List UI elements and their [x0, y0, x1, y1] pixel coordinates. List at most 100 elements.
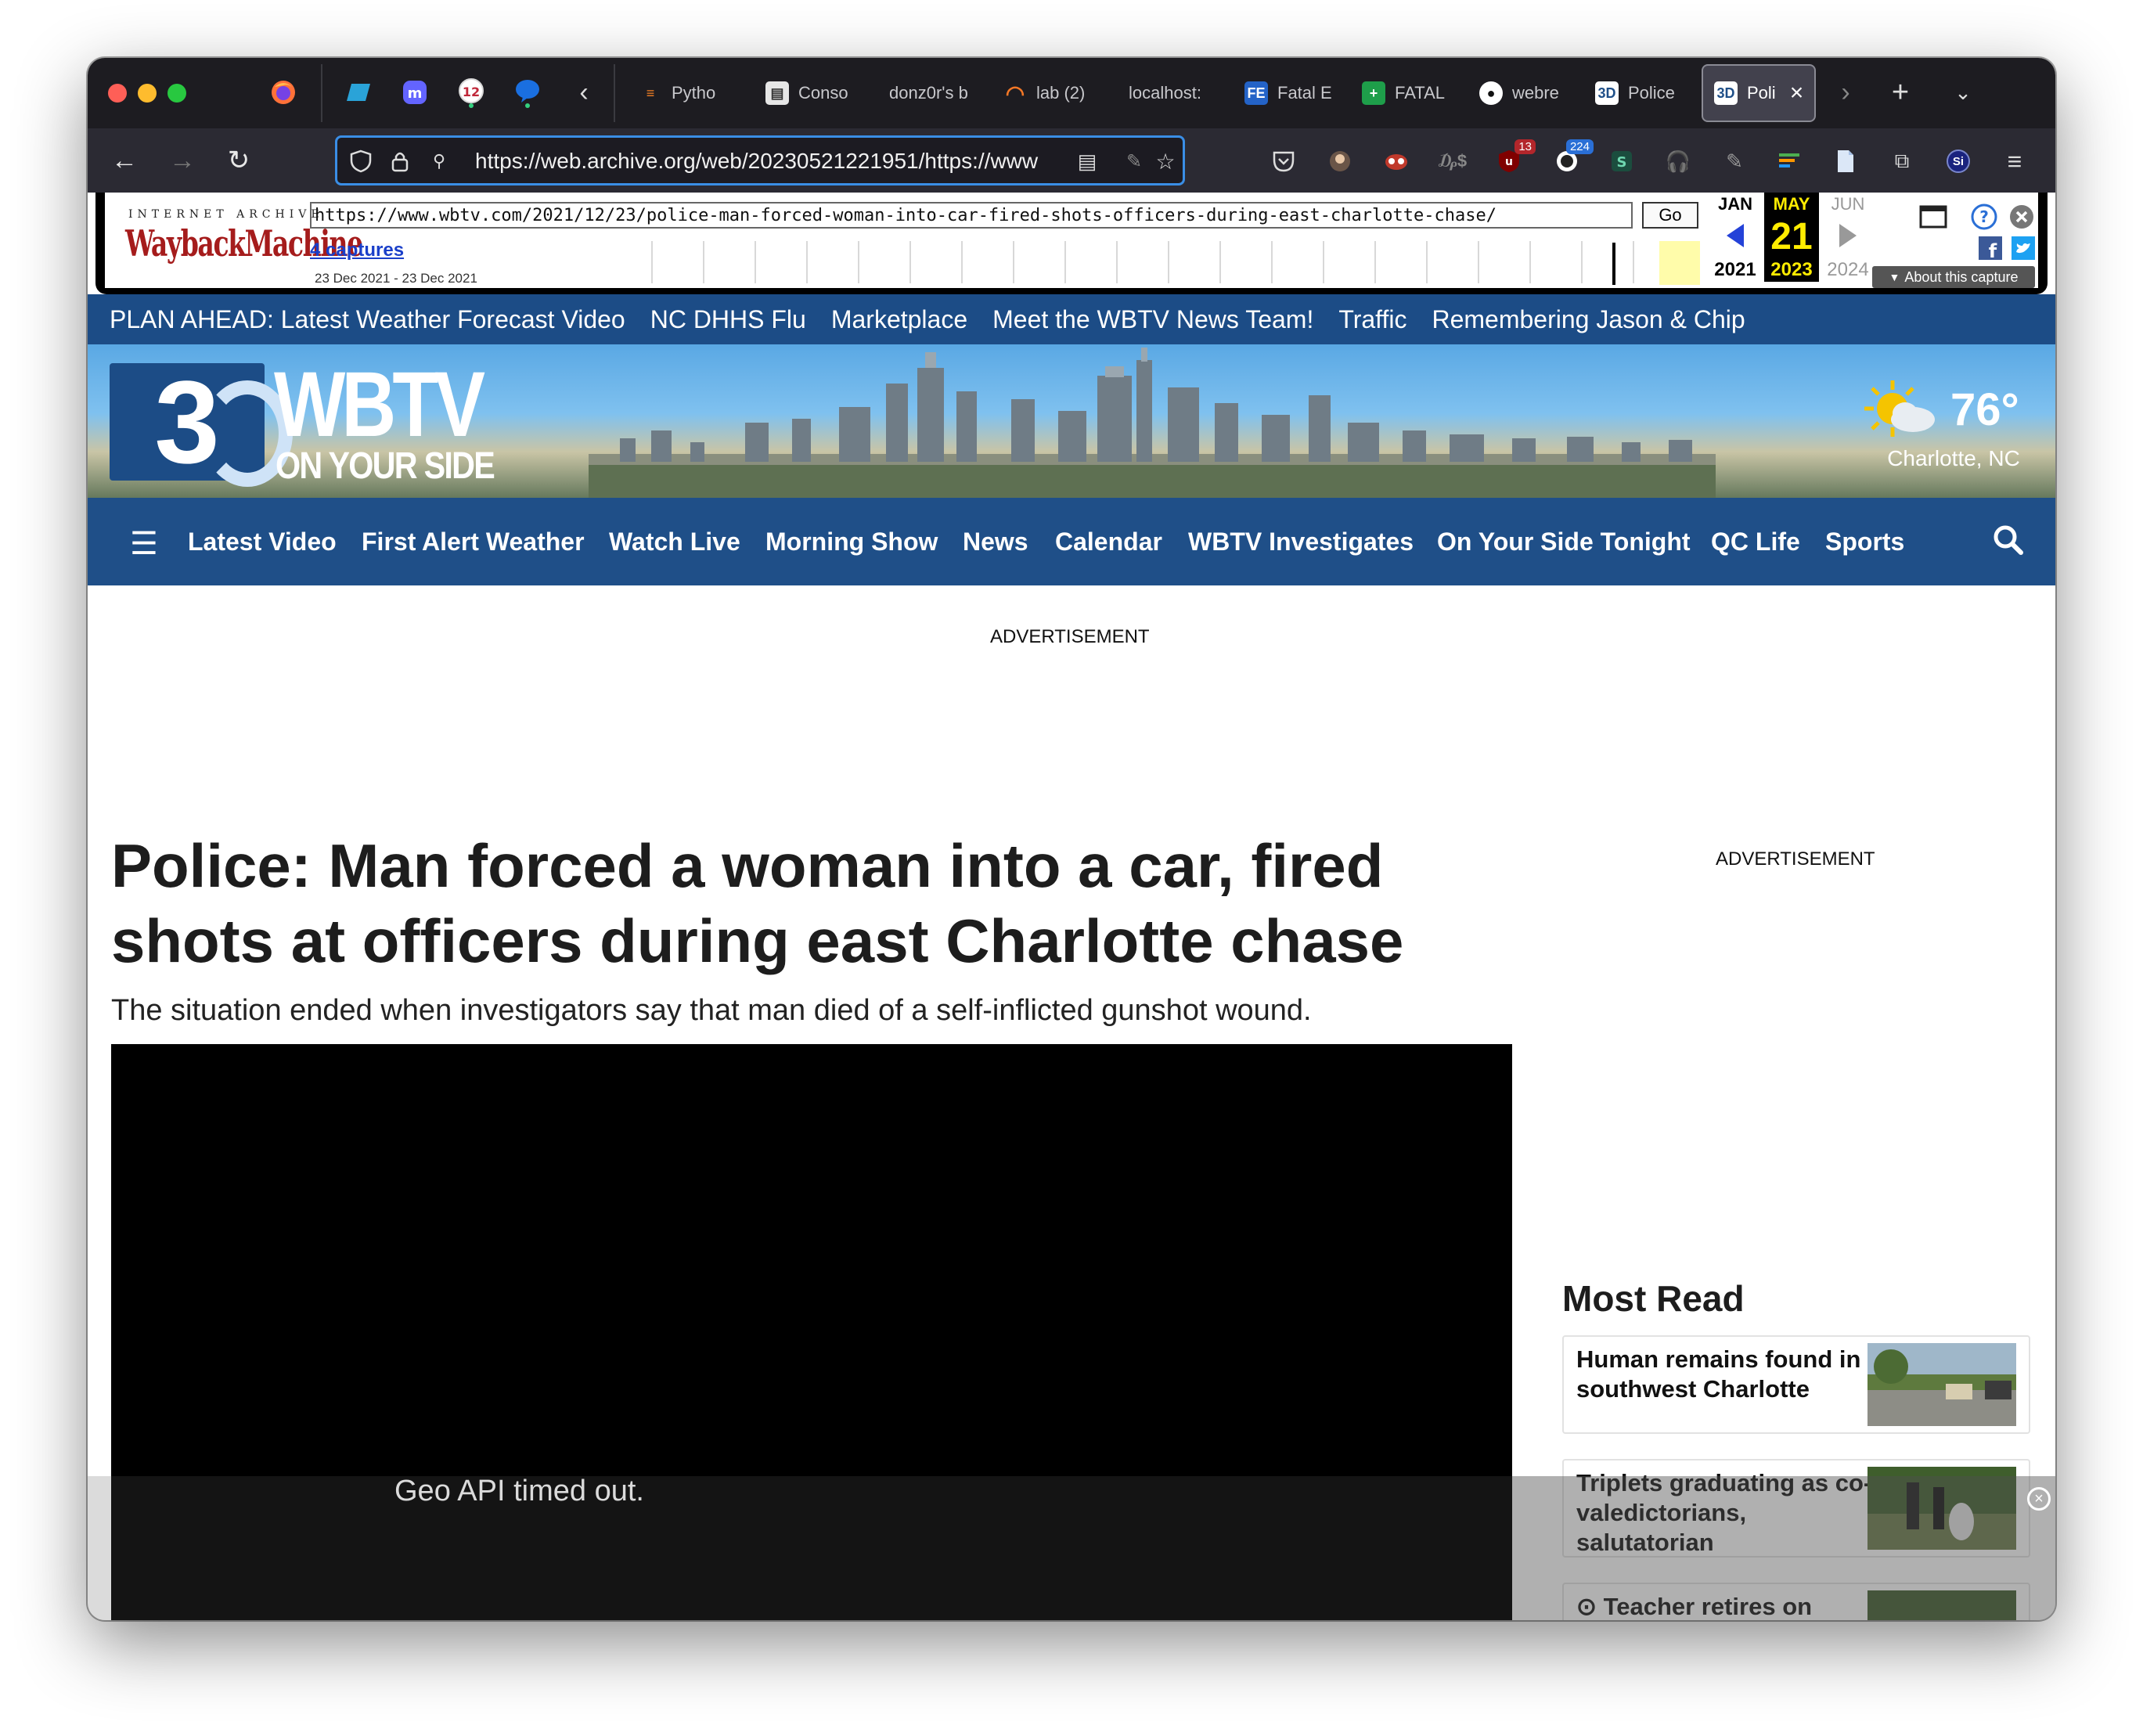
- capture-sparkline[interactable]: [601, 241, 1656, 283]
- scroll-tabs-left-button[interactable]: ‹: [568, 77, 600, 108]
- back-button[interactable]: ←: [106, 142, 142, 178]
- nav-wbtv-investigates[interactable]: WBTV Investigates: [1188, 528, 1414, 556]
- account-avatar[interactable]: Si: [1943, 146, 1974, 177]
- wbtv-logo-3[interactable]: 3: [110, 363, 293, 487]
- nav-qc-life[interactable]: QC Life: [1711, 528, 1800, 556]
- zoom-window-button[interactable]: [167, 84, 186, 103]
- tab-jupyter-lab[interactable]: ◠ lab (2): [992, 64, 1110, 122]
- promo-link[interactable]: Marketplace: [831, 305, 967, 334]
- s-extension-icon[interactable]: S: [1606, 146, 1637, 177]
- tab-police[interactable]: 3D Police: [1584, 64, 1702, 122]
- promo-link[interactable]: NC DHHS Flu: [650, 305, 806, 334]
- captures-link[interactable]: 4 captures: [310, 240, 404, 261]
- promo-link[interactable]: Meet the WBTV News Team!: [992, 305, 1313, 334]
- github-extension-icon[interactable]: 224: [1551, 139, 1594, 177]
- promo-link[interactable]: Remembering Jason & Chip: [1432, 305, 1745, 334]
- close-wayback-icon[interactable]: [2008, 203, 2035, 234]
- twitter-icon[interactable]: [2012, 236, 2035, 264]
- firefox-icon[interactable]: [268, 77, 299, 108]
- tab-localhost[interactable]: localhost:: [1118, 64, 1235, 122]
- headphones-icon[interactable]: 🎧: [1662, 146, 1694, 177]
- pocket-icon[interactable]: [1268, 146, 1299, 177]
- sticky-ad-overlay-right: [1512, 1476, 2055, 1620]
- article-subheadline: The situation ended when investigators s…: [111, 994, 1312, 1027]
- chat-bubble-icon[interactable]: [512, 77, 543, 108]
- list-all-tabs-button[interactable]: ⌄: [1947, 77, 1979, 108]
- color-bars-icon[interactable]: [1774, 146, 1805, 177]
- wayback-go-button[interactable]: Go: [1642, 202, 1698, 229]
- document-icon[interactable]: [1830, 146, 1861, 177]
- scroll-tabs-right-button[interactable]: ›: [1830, 77, 1861, 108]
- tab-blog[interactable]: donz0r's b: [878, 64, 996, 122]
- new-tab-button[interactable]: +: [1885, 76, 1916, 109]
- shield-icon[interactable]: [347, 147, 375, 175]
- nav-news[interactable]: News: [963, 528, 1028, 556]
- close-tab-icon[interactable]: ×: [1790, 80, 1804, 106]
- address-bar[interactable]: ⚲ https://web.archive.org/web/2023052122…: [335, 135, 1185, 185]
- pin-extension-icon[interactable]: ✎: [1719, 146, 1750, 177]
- nav-latest-video[interactable]: Latest Video: [188, 528, 337, 556]
- tab-fatal-e[interactable]: FE Fatal E: [1234, 64, 1351, 122]
- avatar-extension-icon[interactable]: [1324, 146, 1356, 177]
- navigation-toolbar: ← → ↻ ⚲ https://web.archive.org/web/2023…: [88, 128, 2055, 193]
- tab-github[interactable]: ● webre: [1468, 64, 1586, 122]
- wayback-url-input[interactable]: https://www.wbtv.com/2021/12/23/police-m…: [310, 202, 1633, 229]
- prev-month[interactable]: JAN: [1708, 193, 1763, 214]
- nav-morning-show[interactable]: Morning Show: [765, 528, 938, 556]
- url-text[interactable]: https://web.archive.org/web/202305212219…: [475, 149, 1054, 174]
- most-read-title[interactable]: Human remains found in southwest Charlot…: [1576, 1345, 1874, 1404]
- pin-icon[interactable]: ✎: [1120, 147, 1148, 175]
- pinned-calendar-icon[interactable]: 12: [456, 77, 487, 108]
- promo-link[interactable]: Traffic: [1338, 305, 1406, 334]
- nav-calendar[interactable]: Calendar: [1055, 528, 1162, 556]
- hamburger-menu-icon[interactable]: ☰: [130, 526, 158, 562]
- close-window-button[interactable]: [108, 84, 127, 103]
- wbtv-logo-text[interactable]: WBTV: [274, 358, 485, 451]
- current-month: MAY: [1764, 193, 1819, 214]
- most-read-item[interactable]: Human remains found in southwest Charlot…: [1562, 1335, 2030, 1434]
- search-icon[interactable]: [1990, 521, 2027, 559]
- pinned-tab-icon[interactable]: [343, 77, 374, 108]
- stack-overflow-icon: ≡: [646, 85, 655, 101]
- next-year[interactable]: 2024: [1821, 258, 1875, 282]
- calendar-window-icon[interactable]: [1919, 205, 1947, 232]
- reader-view-icon[interactable]: ▤: [1073, 147, 1101, 175]
- privacy-badger-icon[interactable]: [1381, 146, 1412, 177]
- tab-police-active[interactable]: 3D Poli ×: [1702, 64, 1816, 122]
- nav-on-your-side-tonight[interactable]: On Your Side Tonight: [1437, 528, 1691, 556]
- bookmark-star-icon[interactable]: ☆: [1151, 147, 1180, 175]
- reload-button[interactable]: ↻: [221, 142, 257, 178]
- prev-year[interactable]: 2021: [1708, 258, 1763, 282]
- about-capture-button[interactable]: ▼ About this capture: [1872, 266, 2035, 288]
- weather-temperature[interactable]: 76°: [1950, 384, 2019, 436]
- close-overlay-icon[interactable]: ×: [2027, 1487, 2051, 1511]
- dollar-extension-icon[interactable]: ₯$: [1437, 146, 1468, 177]
- extensions-puzzle-icon[interactable]: ⧉: [1886, 146, 1918, 177]
- tab-python[interactable]: ≡ Pytho: [628, 64, 745, 122]
- nav-first-alert-weather[interactable]: First Alert Weather: [362, 528, 585, 556]
- svg-text:S: S: [1617, 154, 1627, 171]
- sidebar-advertisement-label: ADVERTISEMENT: [1716, 848, 1875, 870]
- help-icon[interactable]: ?: [1971, 203, 1997, 234]
- weather-city[interactable]: Charlotte, NC: [1875, 446, 2032, 471]
- mastodon-icon[interactable]: m: [399, 77, 430, 108]
- nav-watch-live[interactable]: Watch Live: [609, 528, 740, 556]
- next-capture-arrow-icon[interactable]: [1821, 214, 1875, 258]
- minimize-window-button[interactable]: [138, 84, 157, 103]
- permissions-icon[interactable]: ⚲: [425, 147, 453, 175]
- next-month[interactable]: JUN: [1821, 193, 1875, 214]
- forward-button[interactable]: →: [164, 142, 200, 178]
- facebook-icon[interactable]: f: [1979, 236, 2002, 264]
- sheets-icon: +: [1362, 81, 1385, 105]
- most-read-thumbnail[interactable]: [1867, 1343, 2016, 1426]
- wayback-toolbar: INTERNET ARCHIVE WaybackMachine https://…: [95, 193, 2048, 294]
- prev-capture-arrow-icon[interactable]: [1708, 214, 1763, 258]
- app-menu-button[interactable]: ≡: [1999, 146, 2030, 177]
- promo-link[interactable]: PLAN AHEAD: Latest Weather Forecast Vide…: [110, 305, 625, 334]
- tab-console[interactable]: ▤ Conso: [755, 64, 872, 122]
- ublock-icon[interactable]: u 13: [1493, 139, 1536, 177]
- wbtv-icon: 3D: [1714, 81, 1738, 105]
- nav-sports[interactable]: Sports: [1825, 528, 1904, 556]
- tab-fatal-sheet[interactable]: + FATAL: [1351, 64, 1468, 122]
- lock-icon[interactable]: [386, 147, 414, 175]
